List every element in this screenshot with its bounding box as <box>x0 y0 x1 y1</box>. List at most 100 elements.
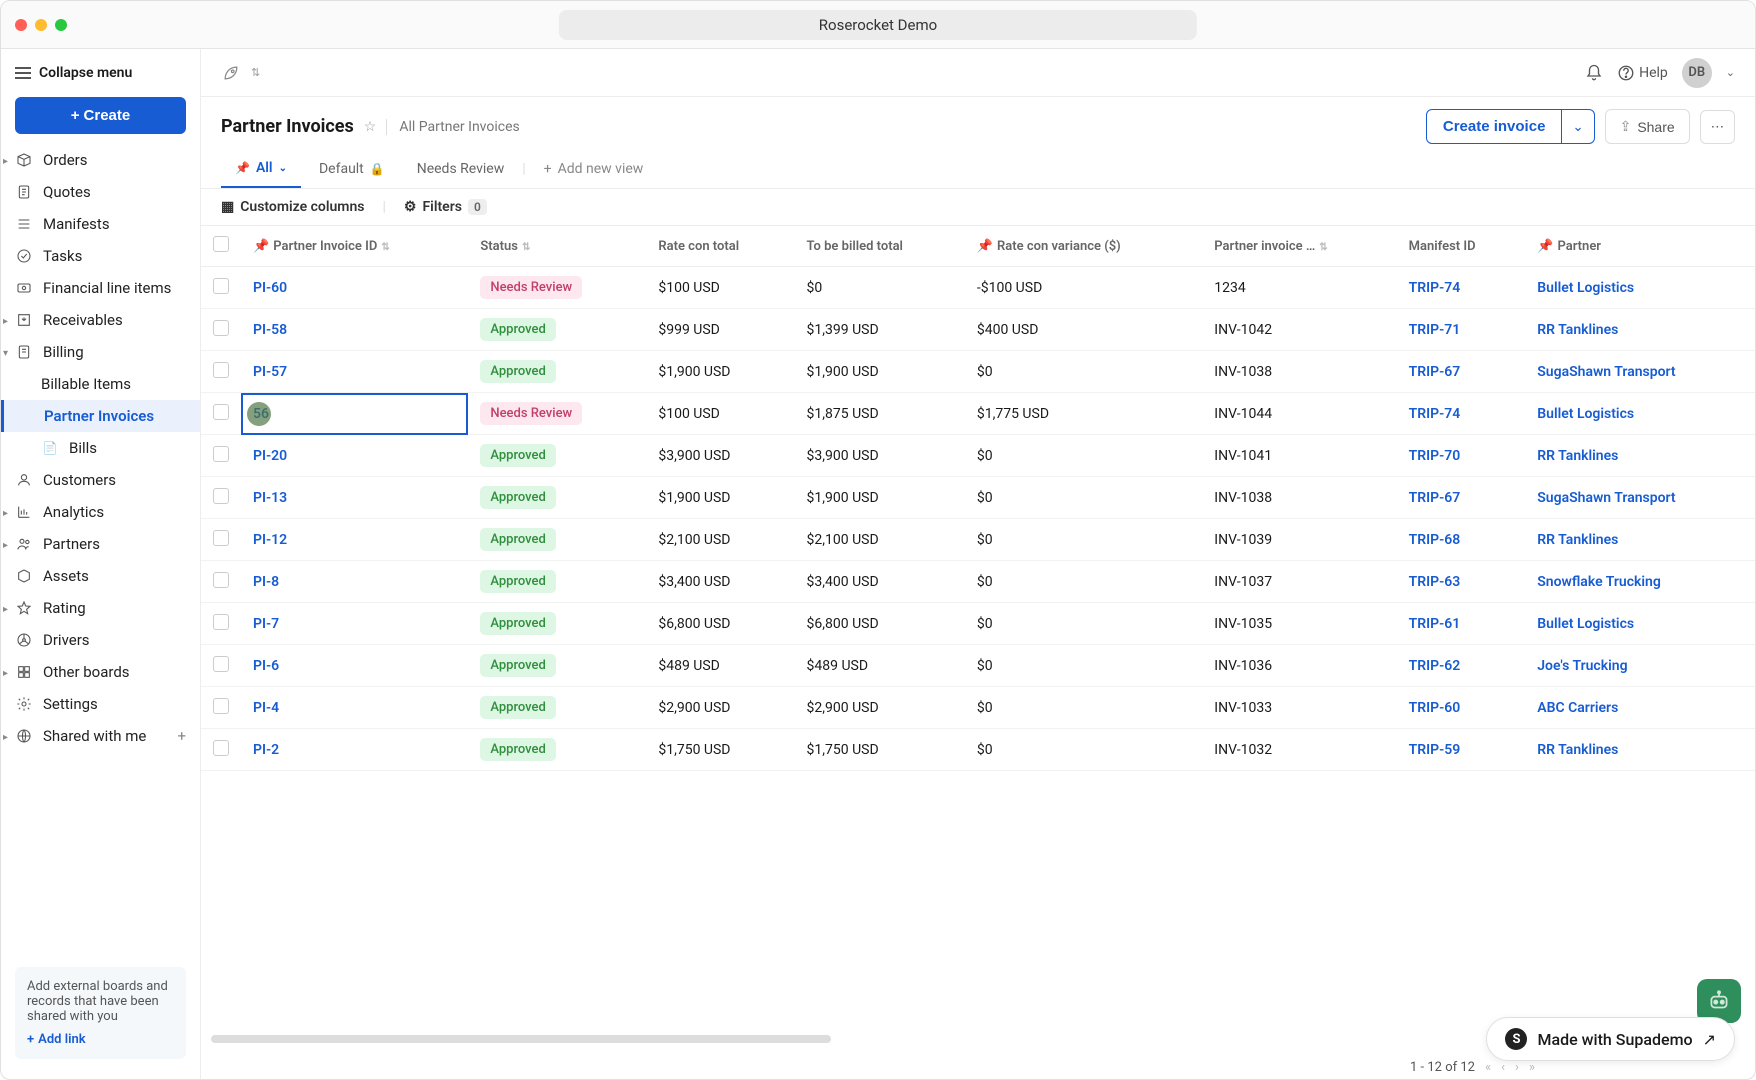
pager-first[interactable]: « <box>1485 1060 1491 1075</box>
sidebar-item-rating[interactable]: ▸Rating <box>1 592 200 624</box>
invoice-id-link[interactable]: PI-8 <box>253 574 279 590</box>
select-all-checkbox[interactable] <box>213 236 229 252</box>
star-icon[interactable]: ☆ <box>364 119 377 135</box>
minimize-window[interactable] <box>35 19 47 31</box>
column-header[interactable]: To be billed total <box>795 226 965 267</box>
pager-prev[interactable]: ‹ <box>1501 1060 1505 1075</box>
table-row[interactable]: 56Needs Review$100 USD$1,875 USD$1,775 U… <box>201 393 1755 435</box>
table-row[interactable]: PI-60Needs Review$100 USD$0-$100 USD1234… <box>201 267 1755 309</box>
help-button[interactable]: Help <box>1617 64 1668 82</box>
invoice-id-link[interactable]: PI-57 <box>253 364 287 380</box>
table-row[interactable]: PI-13Approved$1,900 USD$1,900 USD$0INV-1… <box>201 477 1755 519</box>
add-view-button[interactable]: + Add new view <box>530 151 658 187</box>
close-window[interactable] <box>15 19 27 31</box>
row-checkbox[interactable] <box>213 362 229 378</box>
row-checkbox[interactable] <box>213 404 229 420</box>
table-row[interactable]: PI-6Approved$489 USD$489 USD$0INV-1036TR… <box>201 645 1755 687</box>
supademo-badge[interactable]: S Made with Supademo ↗ <box>1486 1017 1735 1061</box>
view-tab-all[interactable]: 📌 All ⌄ <box>221 150 301 188</box>
chevron-down-icon[interactable]: ⌄ <box>1726 66 1735 79</box>
sidebar-item-shared-with-me[interactable]: ▸Shared with me+ <box>1 720 200 752</box>
manifest-id-link[interactable]: TRIP-59 <box>1409 742 1461 758</box>
manifest-id-link[interactable]: TRIP-68 <box>1409 532 1461 548</box>
invoice-id-link[interactable]: PI-6 <box>253 658 279 674</box>
invoice-id-link[interactable]: PI-4 <box>253 700 279 716</box>
invoice-id-link[interactable]: PI-60 <box>253 280 287 296</box>
table-row[interactable]: PI-12Approved$2,100 USD$2,100 USD$0INV-1… <box>201 519 1755 561</box>
maximize-window[interactable] <box>55 19 67 31</box>
manifest-id-link[interactable]: TRIP-74 <box>1409 280 1461 296</box>
manifest-id-link[interactable]: TRIP-74 <box>1409 406 1461 422</box>
column-header[interactable]: Partner invoice …⇅ <box>1202 226 1396 267</box>
create-invoice-dropdown[interactable]: ⌄ <box>1562 109 1594 144</box>
add-link[interactable]: + Add link <box>27 1032 174 1047</box>
manifest-id-link[interactable]: TRIP-63 <box>1409 574 1461 590</box>
manifest-id-link[interactable]: TRIP-70 <box>1409 448 1461 464</box>
manifest-id-link[interactable]: TRIP-62 <box>1409 658 1461 674</box>
partner-link[interactable]: ABC Carriers <box>1537 700 1618 716</box>
column-header[interactable]: 📌Partner <box>1525 226 1755 267</box>
partner-link[interactable]: SugaShawn Transport <box>1537 490 1675 506</box>
invoice-id-link[interactable]: PI-58 <box>253 322 287 338</box>
sidebar-item-partners[interactable]: ▸Partners <box>1 528 200 560</box>
partner-link[interactable]: RR Tanklines <box>1537 742 1618 758</box>
row-checkbox[interactable] <box>213 614 229 630</box>
invoice-id-link[interactable]: PI-20 <box>253 448 287 464</box>
partner-link[interactable]: SugaShawn Transport <box>1537 364 1675 380</box>
breadcrumb-sort-icon[interactable]: ⇅ <box>251 66 260 79</box>
partner-link[interactable]: RR Tanklines <box>1537 532 1618 548</box>
sidebar-item-analytics[interactable]: ▸Analytics <box>1 496 200 528</box>
table-row[interactable]: PI-20Approved$3,900 USD$3,900 USD$0INV-1… <box>201 435 1755 477</box>
view-tab-needs-review[interactable]: Needs Review <box>403 151 519 187</box>
manifest-id-link[interactable]: TRIP-67 <box>1409 364 1461 380</box>
partner-link[interactable]: Bullet Logistics <box>1537 280 1634 296</box>
row-checkbox[interactable] <box>213 530 229 546</box>
invoice-id-link[interactable]: PI-12 <box>253 532 287 548</box>
partner-link[interactable]: Snowflake Trucking <box>1537 574 1661 590</box>
sidebar-item-customers[interactable]: Customers <box>1 464 200 496</box>
avatar[interactable]: DB <box>1682 58 1712 88</box>
row-checkbox[interactable] <box>213 740 229 756</box>
row-checkbox[interactable] <box>213 488 229 504</box>
invoice-id-link[interactable]: PI-2 <box>253 742 279 758</box>
sidebar-item-bills[interactable]: 📄Bills <box>1 432 200 464</box>
column-header[interactable]: 📌Rate con variance ($) <box>965 226 1202 267</box>
sidebar-item-financial-line-items[interactable]: Financial line items <box>1 272 200 304</box>
sidebar-item-partner-invoices[interactable]: Partner Invoices <box>1 400 200 432</box>
manifest-id-link[interactable]: TRIP-61 <box>1409 616 1461 632</box>
column-header[interactable]: 📌Partner Invoice ID⇅ <box>241 226 468 267</box>
sidebar-item-billing[interactable]: ▾Billing <box>1 336 200 368</box>
partner-link[interactable]: Joe's Trucking <box>1537 658 1627 674</box>
row-checkbox[interactable] <box>213 446 229 462</box>
sidebar-item-drivers[interactable]: Drivers <box>1 624 200 656</box>
sidebar-item-billable-items[interactable]: Billable Items <box>1 368 200 400</box>
manifest-id-link[interactable]: TRIP-67 <box>1409 490 1461 506</box>
row-checkbox[interactable] <box>213 320 229 336</box>
sidebar-item-other-boards[interactable]: ▸Other boards <box>1 656 200 688</box>
manifest-id-link[interactable]: TRIP-60 <box>1409 700 1461 716</box>
column-header[interactable]: Rate con total <box>646 226 794 267</box>
sidebar-item-quotes[interactable]: Quotes <box>1 176 200 208</box>
table-row[interactable]: PI-58Approved$999 USD$1,399 USD$400 USDI… <box>201 309 1755 351</box>
invoice-id-link[interactable]: PI-7 <box>253 616 279 632</box>
column-header[interactable] <box>201 226 241 267</box>
row-checkbox[interactable] <box>213 698 229 714</box>
column-header[interactable]: Status⇅ <box>468 226 646 267</box>
share-button[interactable]: ⇪ Share <box>1605 109 1690 144</box>
horizontal-scrollbar[interactable] <box>211 1035 831 1043</box>
collapse-menu[interactable]: Collapse menu <box>1 59 200 87</box>
bell-icon[interactable] <box>1585 64 1603 82</box>
manifest-id-link[interactable]: TRIP-71 <box>1409 322 1461 338</box>
table-row[interactable]: PI-8Approved$3,400 USD$3,400 USD$0INV-10… <box>201 561 1755 603</box>
customize-columns-button[interactable]: ▦ Customize columns <box>221 199 365 215</box>
table-row[interactable]: PI-57Approved$1,900 USD$1,900 USD$0INV-1… <box>201 351 1755 393</box>
sidebar-item-manifests[interactable]: Manifests <box>1 208 200 240</box>
sidebar-item-orders[interactable]: ▸Orders <box>1 144 200 176</box>
row-checkbox[interactable] <box>213 278 229 294</box>
filters-button[interactable]: ⚙ Filters 0 <box>404 199 487 215</box>
row-checkbox[interactable] <box>213 656 229 672</box>
partner-link[interactable]: RR Tanklines <box>1537 322 1618 338</box>
sidebar-item-tasks[interactable]: Tasks <box>1 240 200 272</box>
sidebar-item-settings[interactable]: Settings <box>1 688 200 720</box>
rocket-icon[interactable] <box>221 63 241 83</box>
